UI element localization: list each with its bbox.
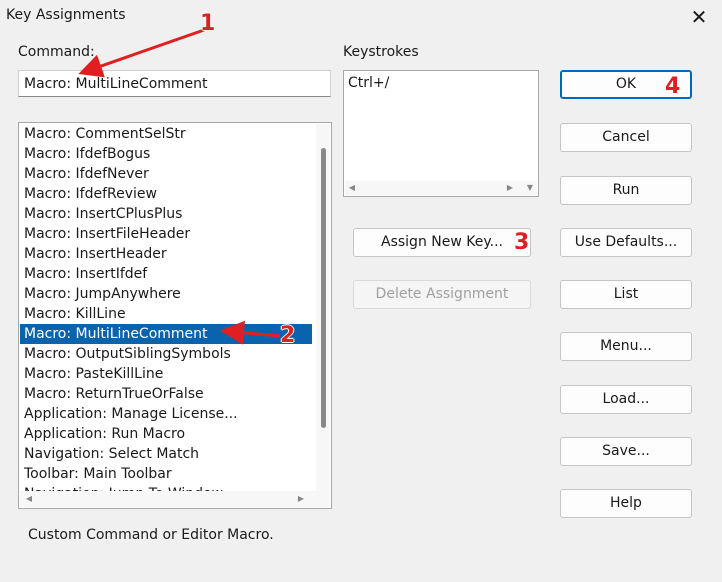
annotation-number-4: 4	[665, 74, 681, 99]
annotation-arrows	[78, 28, 281, 345]
annotation-number-1: 1	[200, 11, 216, 36]
annotation-number-3: 3	[514, 230, 530, 255]
annotation-arrow-1	[78, 28, 205, 78]
annotation-number-2: 2	[280, 323, 296, 348]
annotation-arrow-2	[220, 320, 281, 345]
